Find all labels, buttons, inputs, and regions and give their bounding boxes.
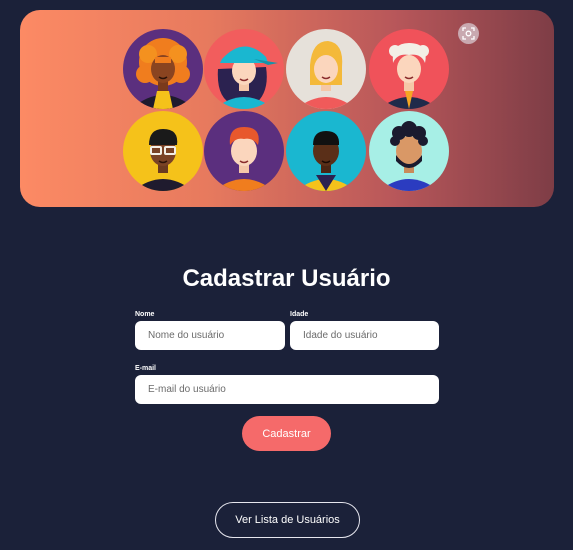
cadastrar-button[interactable]: Cadastrar: [242, 416, 331, 451]
avatar-woman-cap: [204, 29, 284, 109]
avatar-woman-blonde: [286, 29, 366, 109]
avatar-man-glasses: [123, 111, 203, 191]
page-title: Cadastrar Usuário: [182, 265, 391, 292]
email-input[interactable]: [135, 375, 439, 404]
avatar-man-beard: [369, 111, 449, 191]
avatar-woman-curly-orange-hair: [123, 29, 203, 109]
nome-label: Nome: [135, 311, 155, 318]
idade-label: Idade: [290, 311, 309, 318]
ver-lista-usuarios-button[interactable]: Ver Lista de Usuários: [215, 502, 360, 538]
avatar-man-dark-skin: [286, 111, 366, 191]
avatar-man-red-hair: [204, 111, 284, 191]
idade-input[interactable]: [290, 321, 439, 350]
image-search-icon[interactable]: [458, 23, 479, 44]
email-label: E-mail: [135, 365, 157, 372]
nome-input[interactable]: [135, 321, 285, 350]
avatar-man-white-hair: [369, 29, 449, 109]
hero-banner: [20, 10, 554, 207]
